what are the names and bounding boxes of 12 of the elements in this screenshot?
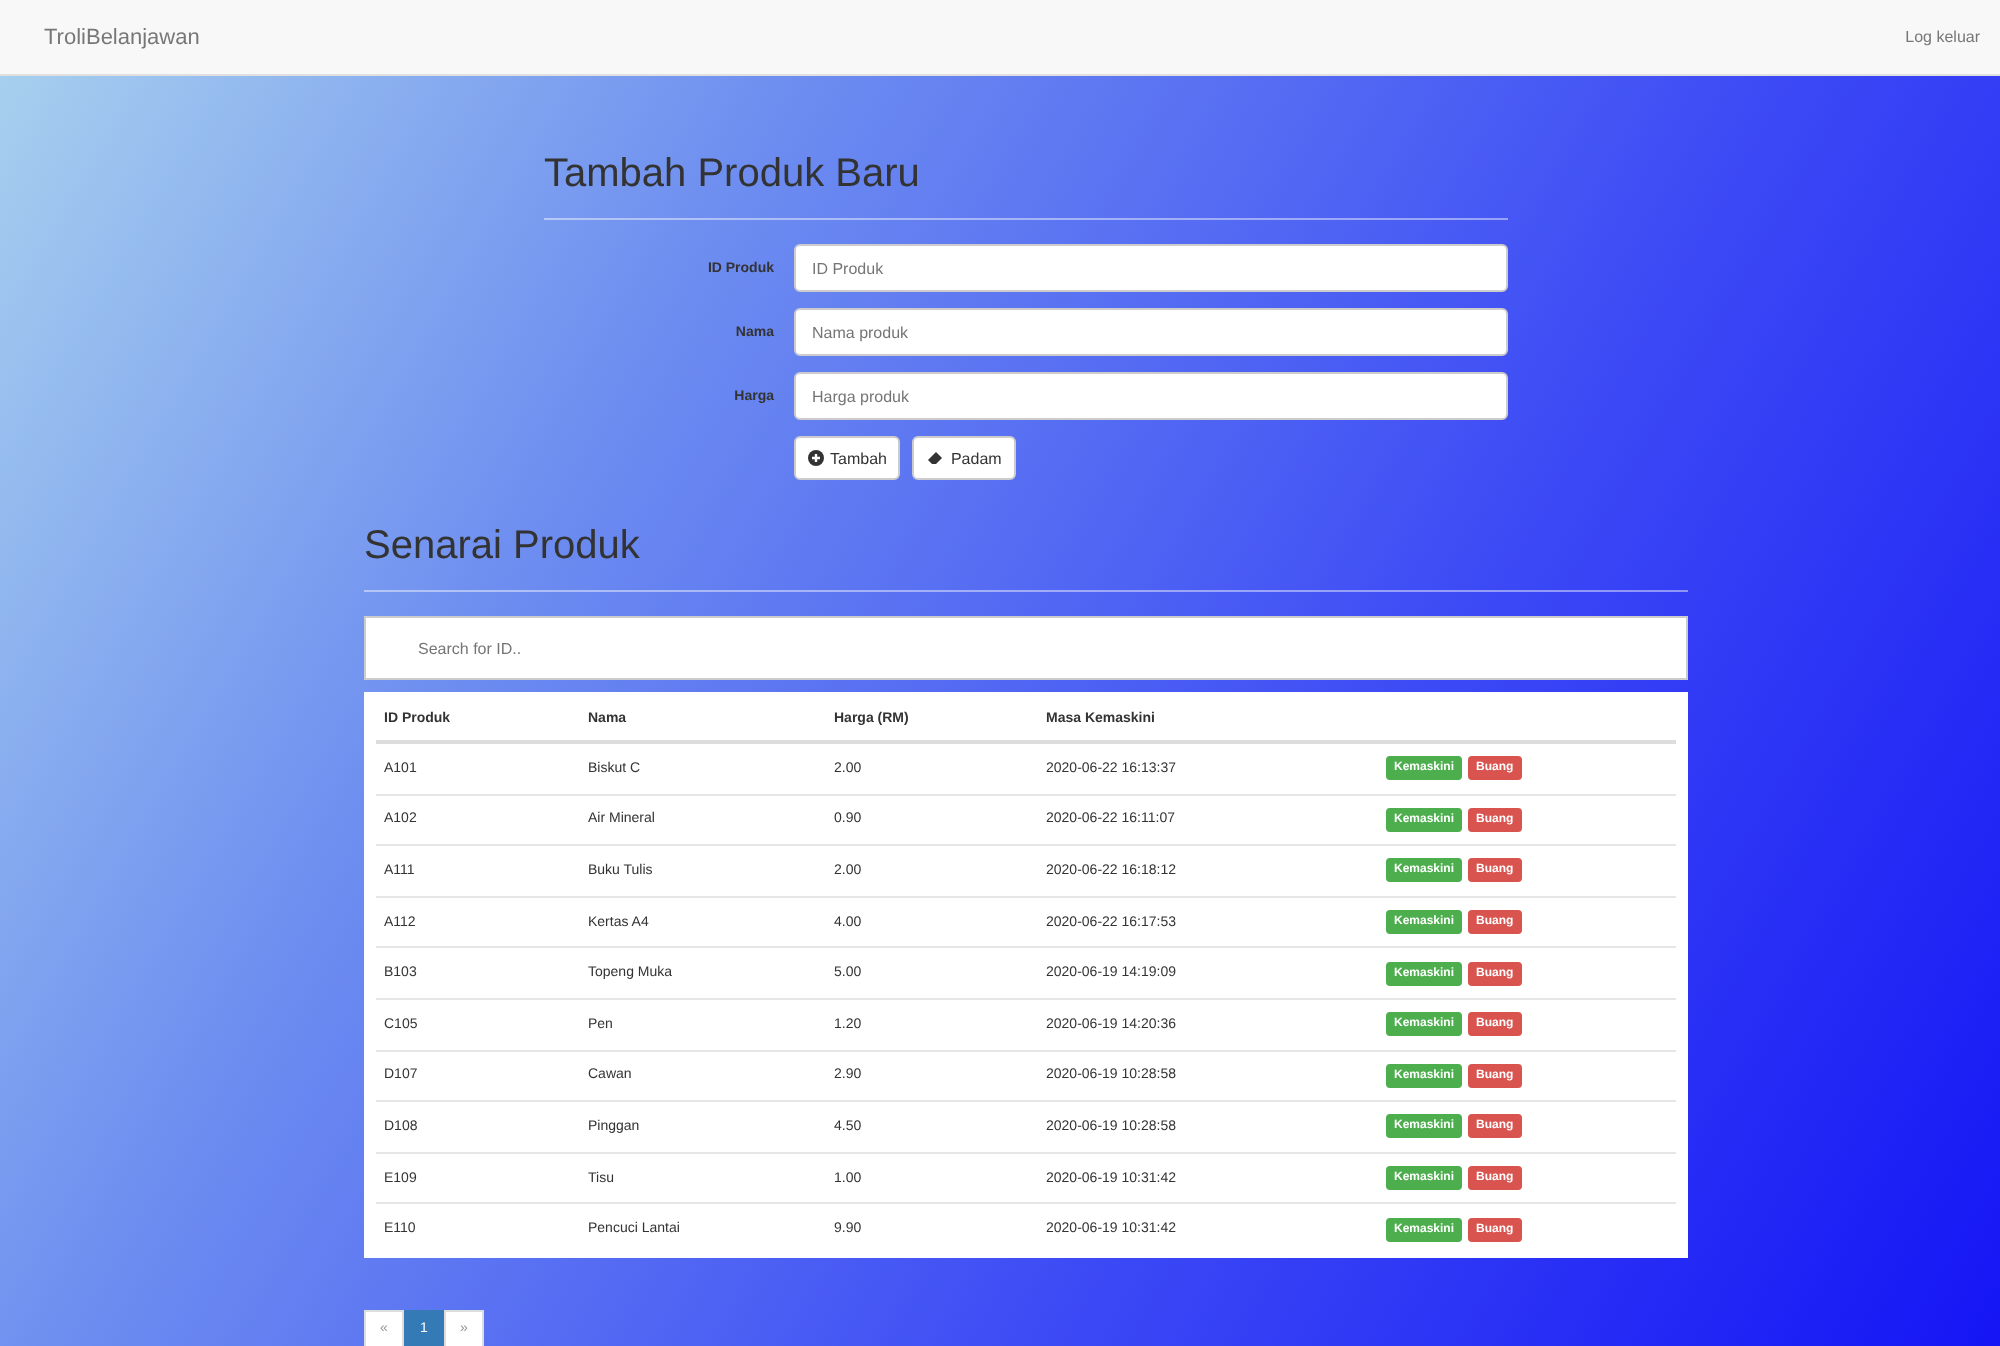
clear-button[interactable]: Padam [912,436,1016,480]
input-field[interactable]: ID Produk [794,244,1508,292]
input-field[interactable]: Nama produk [794,308,1508,356]
list-title: Senarai Produk [364,524,642,570]
input-field[interactable]: Harga produk [794,372,1508,420]
add-button[interactable]: Tambah [794,436,901,480]
plus-circle-icon [808,450,824,466]
eraser-icon [926,450,945,466]
brand-link[interactable]: TroliBelanjawan [44,25,200,49]
logout-link[interactable]: Log keluar [1905,28,1980,46]
form-title: Tambah Produk Baru [544,152,922,198]
search-field[interactable]: Search for ID.. [364,616,1688,680]
